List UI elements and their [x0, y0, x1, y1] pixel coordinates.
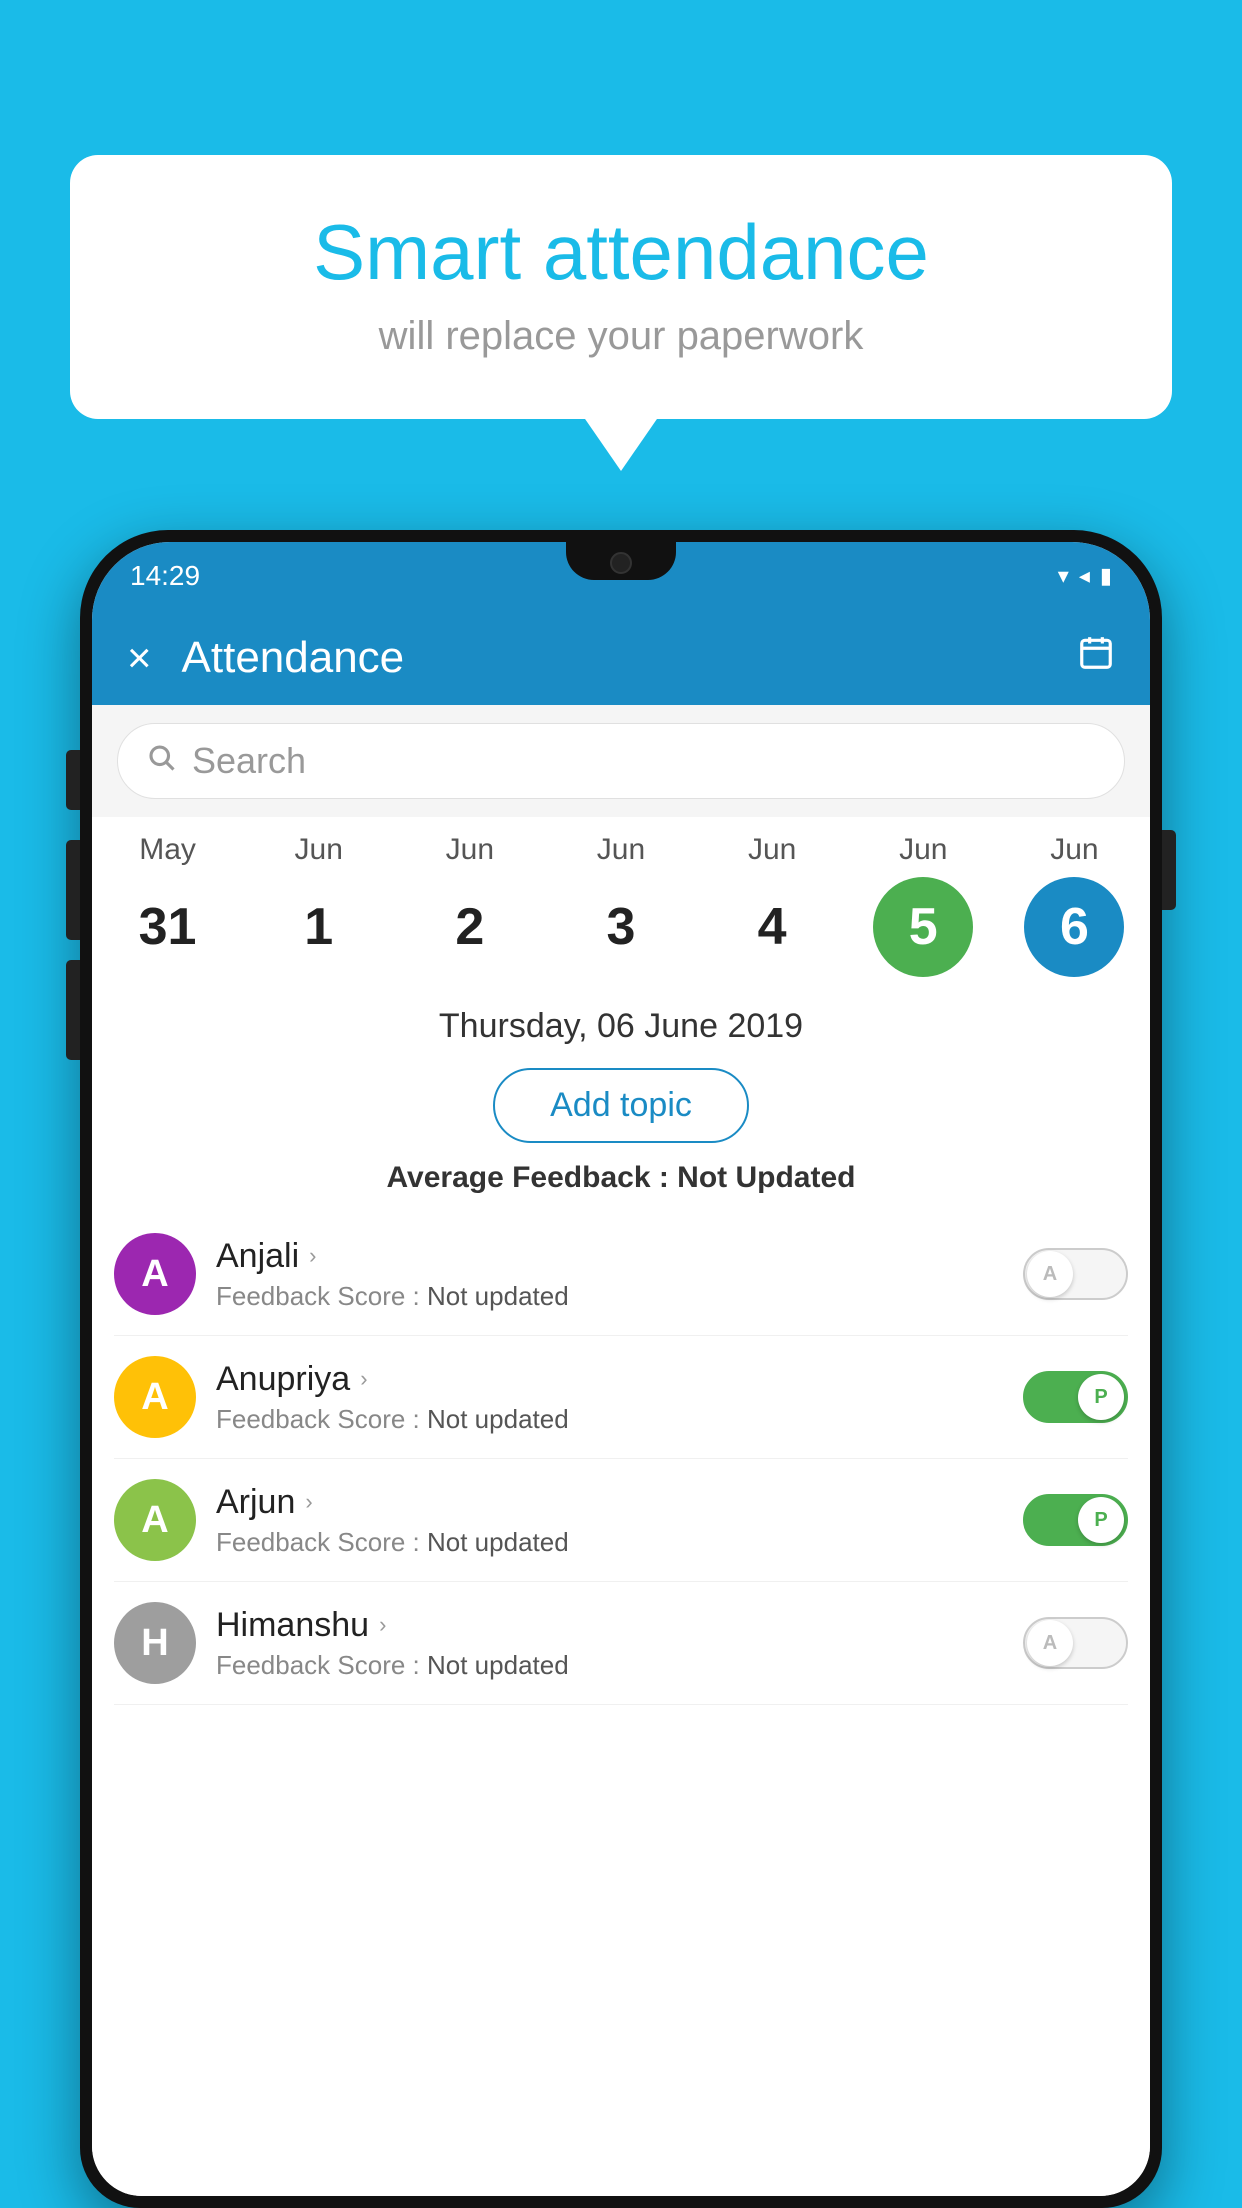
chevron-right-icon: › [309, 1243, 316, 1269]
date-month: Jun [597, 833, 645, 867]
date-number-selected: 6 [1024, 877, 1124, 977]
student-name-anupriya: Anupriya › [216, 1360, 1003, 1399]
speech-bubble: Smart attendance will replace your paper… [70, 155, 1172, 419]
student-info-anjali: Anjali › Feedback Score : Not updated [216, 1237, 1003, 1312]
feedback-score-himanshu: Feedback Score : Not updated [216, 1650, 1003, 1681]
chevron-right-icon: › [360, 1366, 367, 1392]
toggle-himanshu[interactable]: A [1023, 1617, 1128, 1669]
phone-volume-down-button [66, 840, 80, 940]
add-topic-container: Add topic [92, 1058, 1150, 1161]
search-container: Search [92, 705, 1150, 817]
date-number: 3 [571, 877, 671, 977]
date-strip: May 31 Jun 1 Jun 2 Jun 3 Jun 4 [92, 817, 1150, 985]
speech-bubble-subtitle: will replace your paperwork [130, 314, 1112, 359]
avatar-anjali: A [114, 1233, 196, 1315]
toggle-knob: P [1078, 1497, 1124, 1543]
speech-bubble-tail [583, 416, 659, 471]
feedback-summary: Average Feedback : Not Updated [92, 1161, 1150, 1213]
date-item-jun1[interactable]: Jun 1 [254, 833, 384, 977]
student-list: A Anjali › Feedback Score : Not updated … [92, 1213, 1150, 1705]
date-month: Jun [899, 833, 947, 867]
toggle-knob: P [1078, 1374, 1124, 1420]
date-number-today: 5 [873, 877, 973, 977]
signal-icon: ◂ [1079, 563, 1090, 589]
avatar-arjun: A [114, 1479, 196, 1561]
student-item-arjun[interactable]: A Arjun › Feedback Score : Not updated P [114, 1459, 1128, 1582]
date-month: Jun [748, 833, 796, 867]
date-item-jun2[interactable]: Jun 2 [405, 833, 535, 977]
chevron-right-icon: › [305, 1489, 312, 1515]
avatar-anupriya: A [114, 1356, 196, 1438]
close-button[interactable]: × [127, 634, 152, 682]
phone-power-button [1162, 830, 1176, 910]
status-time: 14:29 [130, 560, 200, 592]
student-item-himanshu[interactable]: H Himanshu › Feedback Score : Not update… [114, 1582, 1128, 1705]
feedback-summary-label: Average Feedback : [386, 1161, 677, 1194]
calendar-icon[interactable] [1077, 634, 1115, 682]
content-area: Search May 31 Jun 1 Jun 2 Jun [92, 705, 1150, 2196]
search-icon [146, 742, 176, 780]
date-number: 4 [722, 877, 822, 977]
toggle-knob: A [1027, 1251, 1073, 1297]
date-month: Jun [446, 833, 494, 867]
student-name-himanshu: Himanshu › [216, 1606, 1003, 1645]
selected-date-label: Thursday, 06 June 2019 [92, 985, 1150, 1058]
app-header: × Attendance [92, 610, 1150, 705]
front-camera [610, 552, 632, 574]
attendance-toggle-himanshu[interactable]: A [1023, 1617, 1128, 1669]
date-month: May [139, 833, 196, 867]
feedback-score-arjun: Feedback Score : Not updated [216, 1527, 1003, 1558]
date-item-jun5[interactable]: Jun 5 [858, 833, 988, 977]
phone-screen: 14:29 ▾ ◂ ▮ × Attendance [92, 542, 1150, 2196]
date-number: 31 [118, 877, 218, 977]
date-item-jun4[interactable]: Jun 4 [707, 833, 837, 977]
battery-icon: ▮ [1100, 563, 1112, 589]
date-number: 2 [420, 877, 520, 977]
student-name-anjali: Anjali › [216, 1237, 1003, 1276]
feedback-score-anjali: Feedback Score : Not updated [216, 1281, 1003, 1312]
student-info-anupriya: Anupriya › Feedback Score : Not updated [216, 1360, 1003, 1435]
search-box[interactable]: Search [117, 723, 1125, 799]
wifi-icon: ▾ [1058, 563, 1069, 589]
student-info-himanshu: Himanshu › Feedback Score : Not updated [216, 1606, 1003, 1681]
toggle-arjun[interactable]: P [1023, 1494, 1128, 1546]
search-input[interactable]: Search [192, 740, 306, 782]
phone-extra-button [66, 960, 80, 1060]
attendance-toggle-arjun[interactable]: P [1023, 1494, 1128, 1546]
date-item-may31[interactable]: May 31 [103, 833, 233, 977]
feedback-score-anupriya: Feedback Score : Not updated [216, 1404, 1003, 1435]
phone-notch [566, 542, 676, 580]
phone-volume-up-button [66, 750, 80, 810]
add-topic-button[interactable]: Add topic [493, 1068, 749, 1143]
date-month: Jun [295, 833, 343, 867]
date-item-jun3[interactable]: Jun 3 [556, 833, 686, 977]
toggle-anupriya[interactable]: P [1023, 1371, 1128, 1423]
student-item-anupriya[interactable]: A Anupriya › Feedback Score : Not update… [114, 1336, 1128, 1459]
attendance-toggle-anjali[interactable]: A [1023, 1248, 1128, 1300]
student-name-arjun: Arjun › [216, 1483, 1003, 1522]
app-title: Attendance [182, 633, 1047, 683]
speech-bubble-title: Smart attendance [130, 210, 1112, 296]
date-month: Jun [1050, 833, 1098, 867]
speech-bubble-container: Smart attendance will replace your paper… [70, 155, 1172, 419]
status-icons: ▾ ◂ ▮ [1058, 563, 1112, 589]
toggle-knob: A [1027, 1620, 1073, 1666]
student-info-arjun: Arjun › Feedback Score : Not updated [216, 1483, 1003, 1558]
phone-frame: 14:29 ▾ ◂ ▮ × Attendance [80, 530, 1162, 2208]
date-item-jun6[interactable]: Jun 6 [1009, 833, 1139, 977]
toggle-anjali[interactable]: A [1023, 1248, 1128, 1300]
student-item-anjali[interactable]: A Anjali › Feedback Score : Not updated … [114, 1213, 1128, 1336]
avatar-himanshu: H [114, 1602, 196, 1684]
feedback-summary-value: Not Updated [677, 1161, 855, 1194]
date-number: 1 [269, 877, 369, 977]
chevron-right-icon: › [379, 1612, 386, 1638]
attendance-toggle-anupriya[interactable]: P [1023, 1371, 1128, 1423]
